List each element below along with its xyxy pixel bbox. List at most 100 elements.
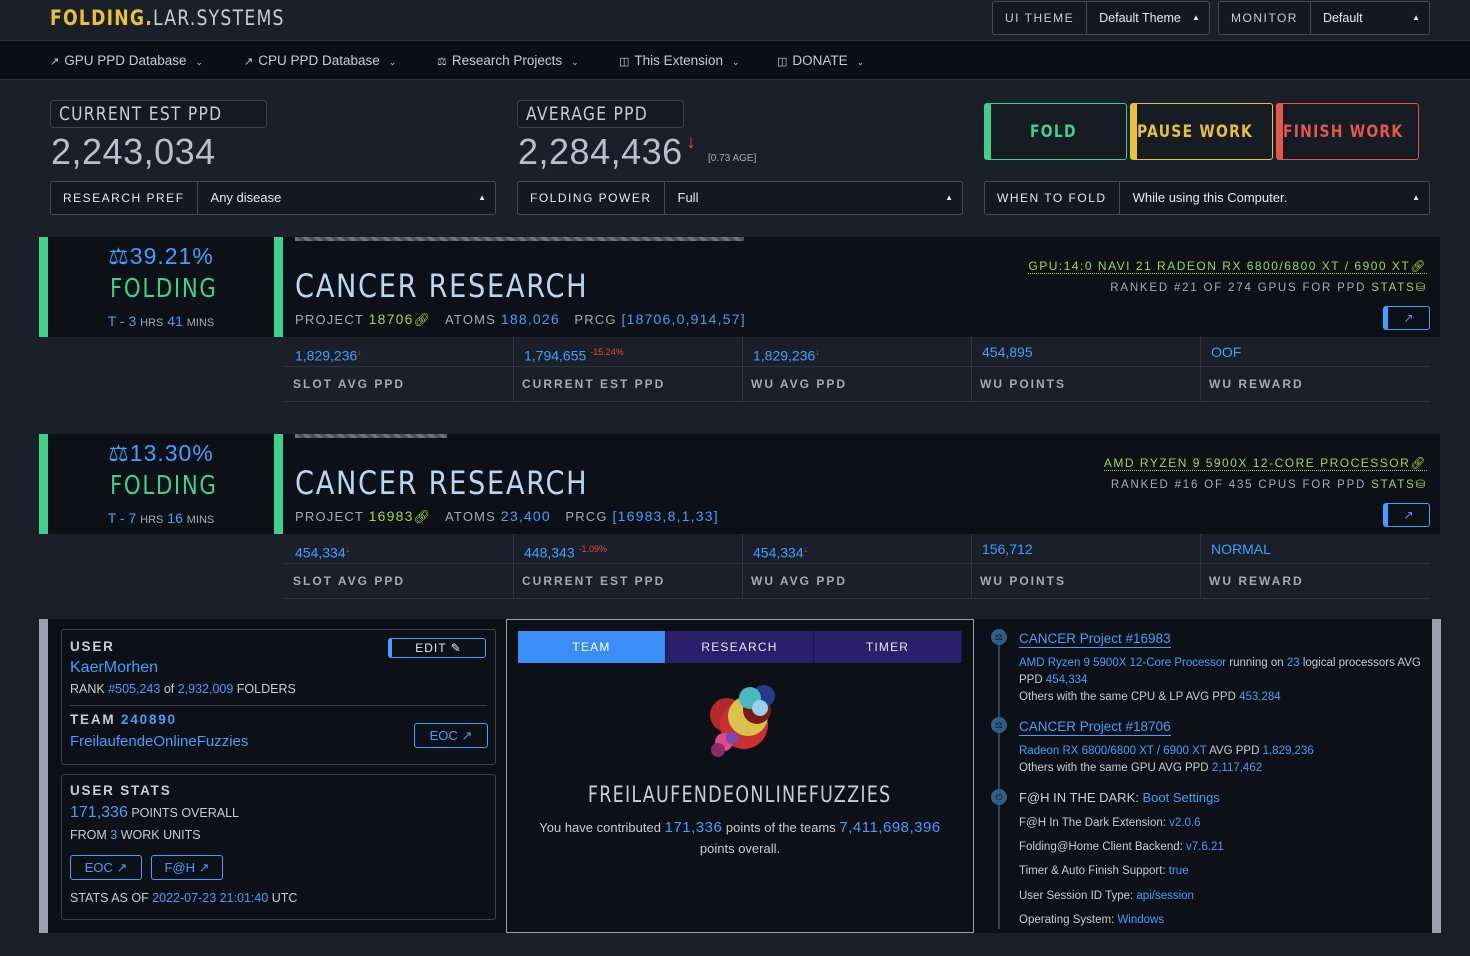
fah-user-button[interactable]: F@H ↗ <box>151 855 223 880</box>
project-16983-link[interactable]: CANCER Project #16983 <box>1019 630 1171 648</box>
user-rank: RANK #505,243 of 2,932,009 FOLDERS <box>70 682 296 696</box>
team-tabs: TEAM RESEARCH TIMER <box>518 631 962 663</box>
nav-research-projects[interactable]: ⚖ Research Projects ⌄ <box>437 53 579 68</box>
slot-status-card: ⚖13.30% FOLDING T - 7 HRS 16 MINS <box>39 434 283 534</box>
user-name: KaerMorhen <box>70 659 159 676</box>
flask-icon: ⚖ <box>991 629 1007 645</box>
fold-button[interactable]: FOLD <box>984 103 1127 160</box>
device-name-link[interactable]: GPU:14:0 NAVI 21 RADEON RX 6800/6800 XT … <box>1028 259 1427 274</box>
edit-user-button[interactable]: EDIT ✎ <box>388 638 486 658</box>
stats-as-of: STATS AS OF 2022-07-23 21:01:40 UTC <box>70 891 298 905</box>
average-ppd-label: AVERAGE PPD <box>517 100 684 128</box>
project-18706-link[interactable]: CANCER Project #18706 <box>1019 718 1171 736</box>
finish-work-button[interactable]: FINISH WORK <box>1276 103 1419 160</box>
chevron-down-icon: ⌄ <box>571 57 579 67</box>
metric-cell: 454,334↓ WU AVG PPD <box>743 534 972 599</box>
when-to-fold-label: WHEN TO FOLD <box>985 182 1120 214</box>
flask-icon: ⚖ <box>108 243 130 269</box>
slot-title: CANCER RESEARCH <box>295 267 589 305</box>
chevron-down-icon: ⌄ <box>731 57 740 67</box>
device-name-link[interactable]: AMD RYZEN 9 5900X 12-CORE PROCESSOR🔗︎ <box>1103 456 1427 471</box>
select-caret-icon: ▲ <box>478 193 486 202</box>
chart-line-icon: ↗ <box>198 860 210 875</box>
slot-meta: PROJECT 18706🔗︎ ATOMS 188,026 PRCG [1870… <box>295 311 746 327</box>
user-stats-card: USER STATS 171,336 POINTS OVERALL FROM 3… <box>61 774 496 920</box>
device-rank: RANKED #16 OF 435 CPUS FOR PPD STATS⛁ <box>1110 479 1427 491</box>
metric-cell: 1,829,236↓ SLOT AVG PPD <box>285 337 514 402</box>
tab-team[interactable]: TEAM <box>518 631 666 663</box>
stats-link[interactable]: STATS <box>1371 282 1415 294</box>
team-name: FreilaufendeOnlineFuzzies <box>70 733 249 750</box>
operating-system: Operating System: Windows <box>1019 914 1165 926</box>
chart-line-icon: ↗ <box>50 56 60 68</box>
select-caret-icon: ▲ <box>1191 13 1200 22</box>
chevron-down-icon: ⌄ <box>856 57 865 67</box>
nav-cpu-ppd[interactable]: ↗ CPU PPD Database ⌄ <box>244 53 396 68</box>
slot-status: FOLDING <box>110 274 218 304</box>
folding-power-value[interactable]: Full ▲ <box>665 182 962 214</box>
chart-button[interactable]: ↗ <box>1383 503 1430 527</box>
time-remaining: T - 7 HRS 16 MINS <box>107 510 215 526</box>
metric-cell: 454,334↓ SLOT AVG PPD <box>285 534 514 599</box>
boot-settings-link[interactable]: Boot Settings <box>1142 790 1219 805</box>
slot-title: CANCER RESEARCH <box>295 464 589 502</box>
main-nav: ↗ GPU PPD Database ⌄ ↗ CPU PPD Database ⌄ ⚖ R… <box>0 41 1470 80</box>
monitor-select[interactable]: MONITOR Default Modern▲ <box>1218 1 1430 57</box>
monitor-value[interactable]: Default Modern▲ <box>1311 2 1429 57</box>
ui-theme-select[interactable]: UI THEME Default Theme ▲ <box>992 1 1210 35</box>
chart-button[interactable]: ↗ <box>1383 306 1430 330</box>
select-caret-icon: ▲ <box>1412 13 1420 22</box>
project-18706-detail: Radeon RX 6800/6800 XT / 6900 XT AVG PPD… <box>1019 745 1314 774</box>
average-ppd-age: [0.73 AGE] <box>708 153 757 164</box>
down-arrow-icon: ↓ <box>815 347 820 357</box>
eoc-user-button[interactable]: EOC ↗ <box>70 855 142 880</box>
nav-this-extension[interactable]: ◫ This Extension ⌄ <box>619 53 740 68</box>
slot-details: CANCER RESEARCH PROJECT 18706🔗︎ ATOMS 18… <box>283 237 1440 337</box>
metric-cell: OOF WU REWARD <box>1201 337 1430 402</box>
project-link[interactable]: 16983 <box>369 508 414 524</box>
nav-gpu-ppd[interactable]: ↗ GPU PPD Database ⌄ <box>50 53 203 68</box>
flask-icon: ⚖ <box>437 56 447 68</box>
link-icon: 🔗︎ <box>1410 259 1427 273</box>
chart-line-icon: ↗ <box>116 860 128 875</box>
tab-timer[interactable]: TIMER <box>814 631 962 663</box>
link-icon: 🔗︎ <box>413 509 432 524</box>
monitor-label: MONITOR <box>1219 2 1311 34</box>
slot-status-card: ⚖39.21% FOLDING T - 3 HRS 41 MINS <box>39 237 283 337</box>
progress-percent: ⚖13.30% <box>108 440 214 466</box>
research-pref-select[interactable]: RESEARCH PREF Any disease ▲ <box>50 181 496 215</box>
timer-support: Timer & Auto Finish Support: true <box>1019 865 1189 877</box>
window-icon: ◫ <box>619 56 630 68</box>
project-16983-detail: AMD Ryzen 9 5900X 12-Core Processor runn… <box>1019 657 1421 703</box>
folding-power-select[interactable]: FOLDING POWER Full ▲ <box>517 181 963 215</box>
when-to-fold-value[interactable]: While using this Computer. ▲ <box>1120 182 1429 214</box>
stats-link[interactable]: STATS <box>1371 479 1415 491</box>
progress-percent: ⚖39.21% <box>108 243 214 269</box>
down-arrow-icon: ↓ <box>357 347 362 357</box>
tab-research[interactable]: RESEARCH <box>666 631 814 663</box>
nav-donate[interactable]: ◫ DONATE ⌄ <box>777 53 864 68</box>
metric-cell: 1,829,236↓ WU AVG PPD <box>743 337 972 402</box>
team-logo <box>710 685 775 757</box>
project-link[interactable]: 18706 <box>369 311 414 327</box>
team-name-heading: FREILAUFENDEONLINEFUZZIES <box>588 783 892 808</box>
when-to-fold-select[interactable]: WHEN TO FOLD While using this Computer. ▲ <box>984 181 1430 215</box>
research-pref-value[interactable]: Any disease ▲ <box>198 182 495 214</box>
slot-metrics: 1,829,236↓ SLOT AVG PPD 1,794,655 -15.24%… <box>285 337 1430 402</box>
down-arrow-icon: ↓ <box>803 544 809 554</box>
eoc-team-button[interactable]: EOC ↗ <box>414 723 488 748</box>
chart-line-icon: ↗ <box>1403 311 1414 325</box>
metric-cell: 454,895 WU POINTS <box>972 337 1201 402</box>
brand-logo[interactable]: FOLDING.LAR.SYSTEMS <box>50 6 285 30</box>
work-units: FROM 3 WORK UNITS <box>70 828 201 842</box>
research-pref-label: RESEARCH PREF <box>51 182 198 214</box>
user-stats-heading: USER STATS <box>70 783 172 798</box>
down-arrow-icon: ↓ <box>686 131 696 153</box>
pause-work-button[interactable]: PAUSE WORK <box>1130 103 1273 160</box>
current-ppd-value: 2,243,034 <box>51 131 216 172</box>
ui-theme-value[interactable]: Default Theme ▲ <box>1087 2 1209 34</box>
metric-cell: 448,343 -1.09% CURRENT EST PPD <box>514 534 743 599</box>
edit-icon: ✎ <box>450 641 462 655</box>
fah-in-the-dark: F@H IN THE DARK: Boot Settings <box>1019 790 1220 805</box>
average-ppd-value: 2,284,436 <box>518 131 683 172</box>
